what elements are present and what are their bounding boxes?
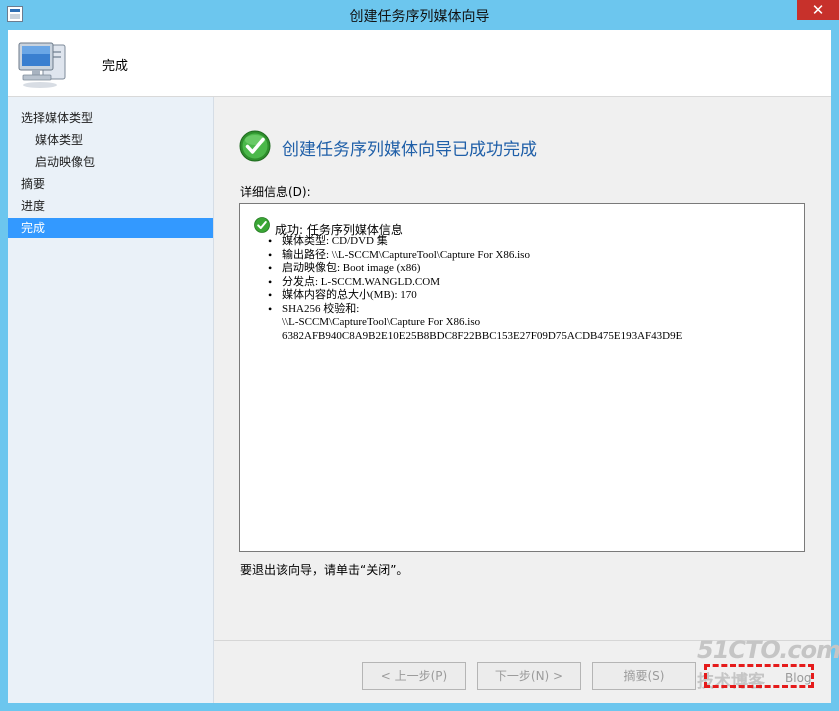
wizard-content: 创建任务序列媒体向导已成功完成 详细信息(D): 成功: 任务序列媒体信息 媒体… (214, 97, 831, 703)
wizard-window: 完成 选择媒体类型 媒体类型 启动映像包 摘要 进度 完成 创建任务序列媒体向导… (8, 30, 831, 703)
sidebar-item-completion[interactable]: 完成 (8, 218, 213, 238)
success-check-icon (254, 217, 270, 233)
close-button[interactable]: ✕ (797, 0, 839, 20)
next-button[interactable]: 下一步(N) > (477, 662, 581, 690)
sidebar-item-media-type[interactable]: 媒体类型 (35, 130, 83, 150)
detail-boot-image: 启动映像包: Boot image (x86) (267, 262, 682, 276)
window-title: 创建任务序列媒体向导 (349, 9, 490, 25)
completion-heading: 创建任务序列媒体向导已成功完成 (282, 140, 537, 160)
detail-sha256-label: SHA256 校验和: (267, 303, 682, 317)
sidebar-item-progress[interactable]: 进度 (21, 196, 45, 216)
previous-button[interactable]: < 上一步(P) (362, 662, 466, 690)
detail-distribution-point: 分发点: L-SCCM.WANGLD.COM (267, 276, 682, 290)
button-bar: < 上一步(P) 下一步(N) > 摘要(S) (214, 640, 831, 704)
sidebar-item-select-media-type[interactable]: 选择媒体类型 (21, 108, 93, 128)
detail-sha256-path: \\L-SCCM\CaptureTool\Capture For X86.iso (282, 316, 481, 328)
computer-icon (18, 42, 66, 88)
detail-list: 媒体类型: CD/DVD 集 输出路径: \\L-SCCM\CaptureToo… (267, 235, 682, 343)
exit-instruction: 要退出该向导，请单击“关闭”。 (240, 563, 409, 577)
wizard-header: 完成 (8, 30, 831, 97)
details-label: 详细信息(D): (240, 185, 311, 199)
wizard-sidebar: 选择媒体类型 媒体类型 启动映像包 摘要 进度 完成 (8, 97, 214, 703)
page-title: 完成 (102, 59, 129, 74)
summary-button[interactable]: 摘要(S) (592, 662, 696, 690)
success-check-icon (239, 130, 271, 162)
detail-total-size: 媒体内容的总大小(MB): 170 (267, 289, 682, 303)
detail-media-type: 媒体类型: CD/DVD 集 (267, 235, 682, 249)
detail-sha256-hash: 6382AFB940C8A9B2E10E25B8BDC8F22BBC153E27… (282, 329, 683, 342)
detail-output-path: 输出路径: \\L-SCCM\CaptureTool\Capture For X… (267, 249, 682, 263)
sidebar-item-summary[interactable]: 摘要 (21, 174, 45, 194)
sidebar-item-boot-image[interactable]: 启动映像包 (35, 152, 95, 172)
title-bar: 创建任务序列媒体向导 ✕ (0, 0, 839, 29)
details-textbox[interactable]: 成功: 任务序列媒体信息 媒体类型: CD/DVD 集 输出路径: \\L-SC… (239, 203, 805, 552)
